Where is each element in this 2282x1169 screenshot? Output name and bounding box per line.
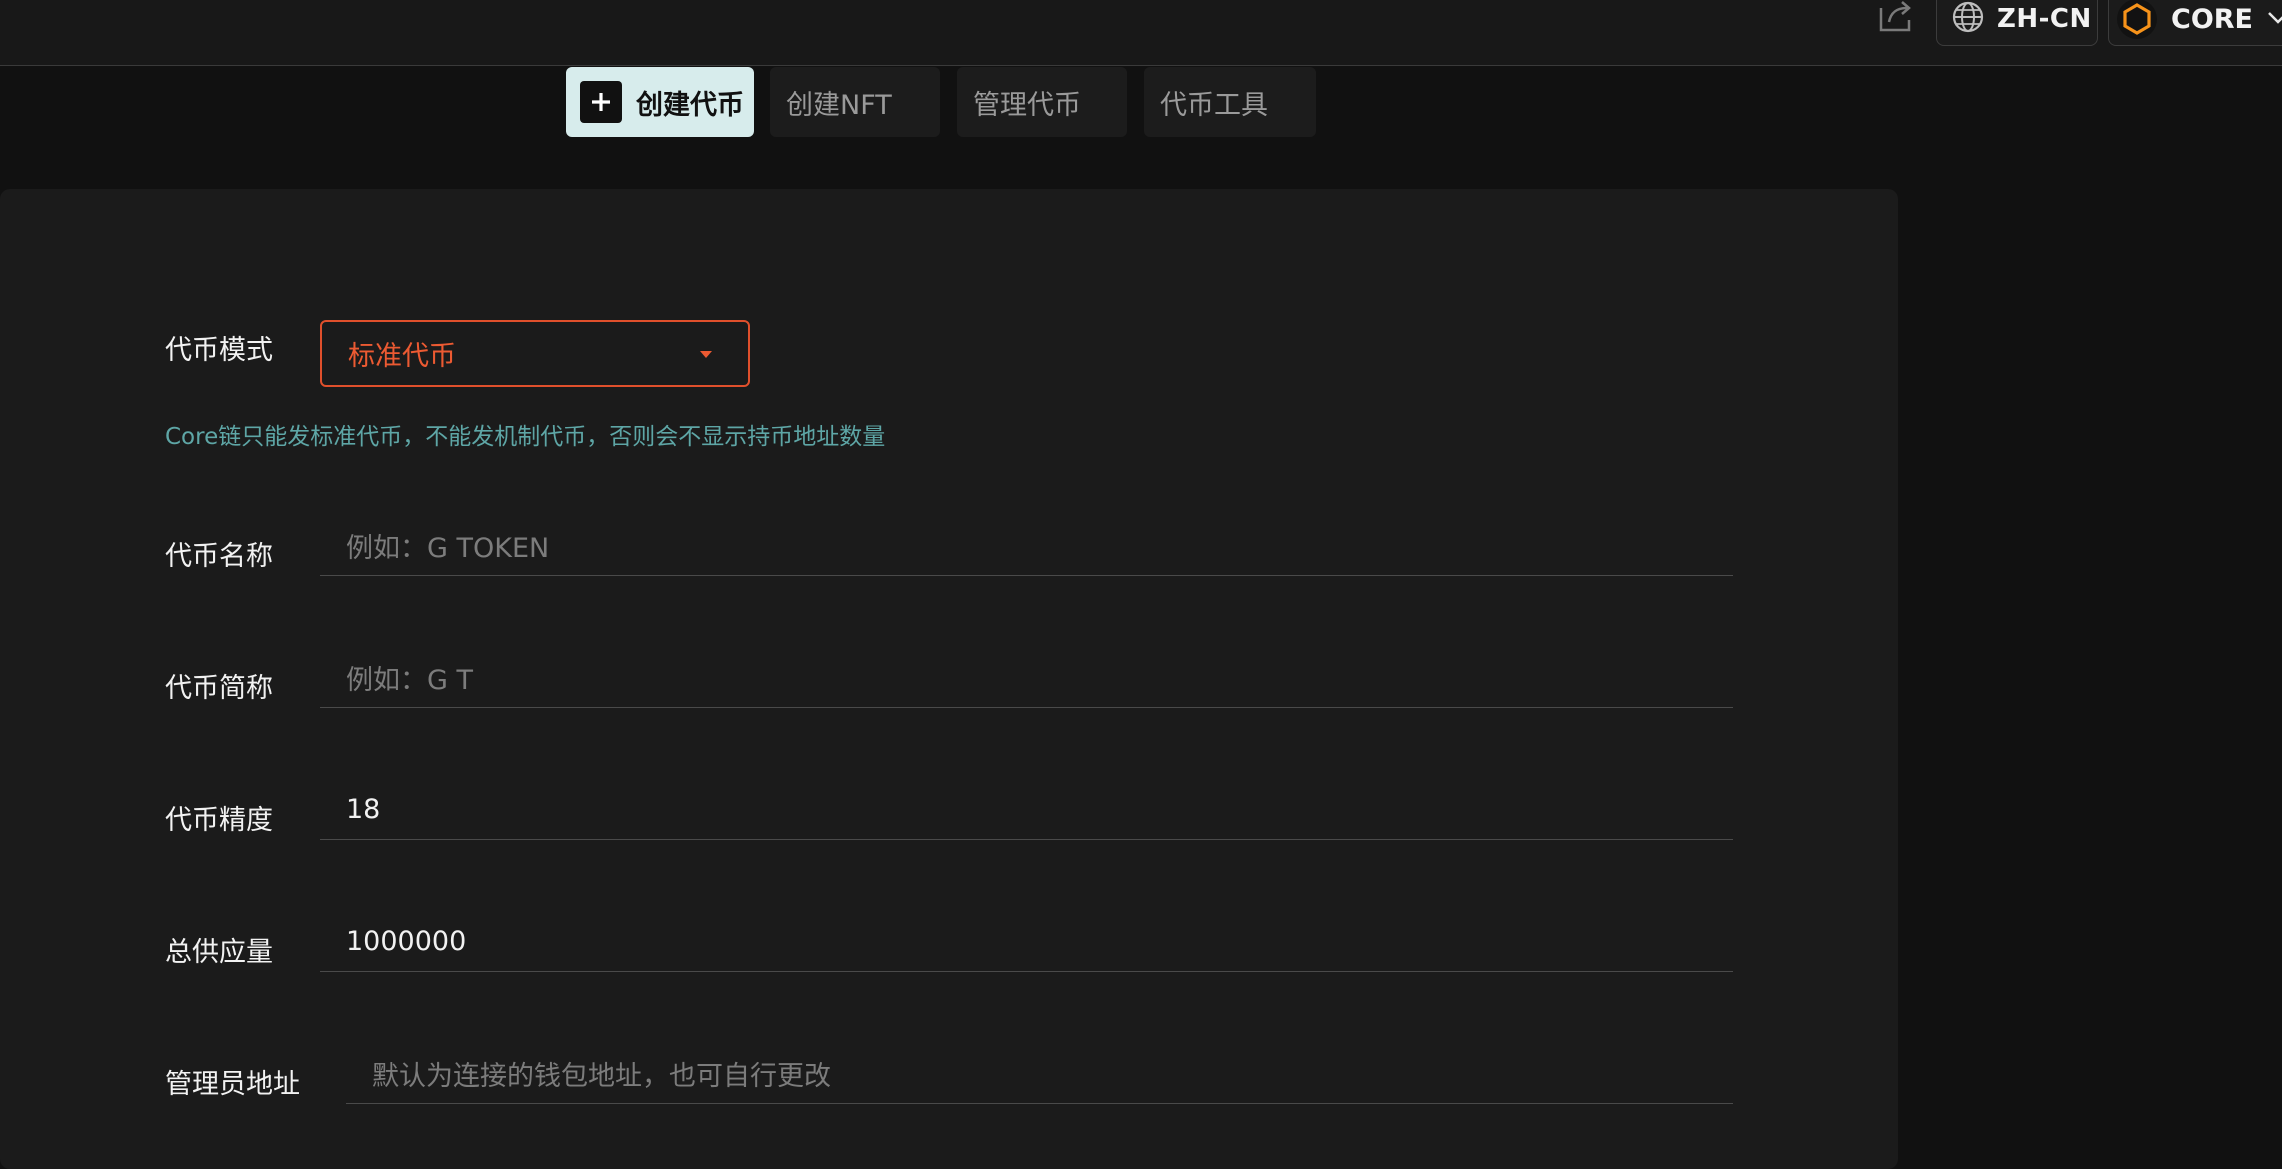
globe-icon (1951, 0, 1985, 38)
core-logo-icon (2117, 0, 2157, 39)
language-label: ZH-CN (1997, 4, 2092, 34)
token-mode-hint: Core链只能发标准代币，不能发机制代币，否则会不显示持币地址数量 (165, 424, 886, 450)
tab-manage-token[interactable]: 管理代币 (957, 67, 1127, 137)
token-mode-label: 代币模式 (165, 335, 273, 366)
token-decimals-input[interactable]: 18 (320, 780, 1733, 840)
admin-address-label: 管理员地址 (165, 1069, 300, 1100)
language-switcher[interactable]: ZH-CN (1936, 0, 2098, 46)
token-mode-select[interactable]: 标准代币 (320, 320, 750, 387)
token-name-input[interactable]: 例如：G TOKEN (320, 516, 1733, 576)
token-decimals-label: 代币精度 (165, 805, 273, 836)
tab-label: 创建代币 (636, 89, 744, 121)
chain-selector[interactable]: CORE (2108, 0, 2282, 46)
tab-label: 代币工具 (1160, 89, 1268, 121)
token-symbol-input[interactable]: 例如：G T (320, 648, 1733, 708)
token-decimals-value: 18 (346, 794, 381, 825)
tab-token-tools[interactable]: 代币工具 (1144, 67, 1316, 137)
token-symbol-label: 代币简称 (165, 673, 273, 704)
top-bar: ZH-CN CORE (0, 0, 2282, 66)
admin-address-input[interactable]: 默认为连接的钱包地址，也可自行更改 (346, 1044, 1733, 1104)
total-supply-value: 1000000 (346, 926, 467, 957)
chain-label: CORE (2171, 3, 2254, 35)
token-name-placeholder: 例如：G TOKEN (346, 533, 550, 564)
token-mode-selected-value: 标准代币 (348, 341, 456, 372)
total-supply-label: 总供应量 (165, 937, 273, 968)
share-icon (1877, 0, 1915, 38)
token-name-label: 代币名称 (165, 541, 273, 572)
share-button[interactable] (1876, 0, 1916, 36)
plus-square-icon (580, 81, 622, 123)
tab-label: 创建NFT (786, 89, 892, 121)
chevron-down-icon (2267, 10, 2282, 29)
token-symbol-placeholder: 例如：G T (346, 665, 473, 696)
admin-address-placeholder: 默认为连接的钱包地址，也可自行更改 (372, 1061, 831, 1092)
total-supply-input[interactable]: 1000000 (320, 912, 1733, 972)
caret-down-icon (700, 351, 712, 358)
tab-create-nft[interactable]: 创建NFT (770, 67, 940, 137)
tab-label: 管理代币 (973, 89, 1081, 121)
tab-create-token[interactable]: 创建代币 (566, 67, 754, 137)
